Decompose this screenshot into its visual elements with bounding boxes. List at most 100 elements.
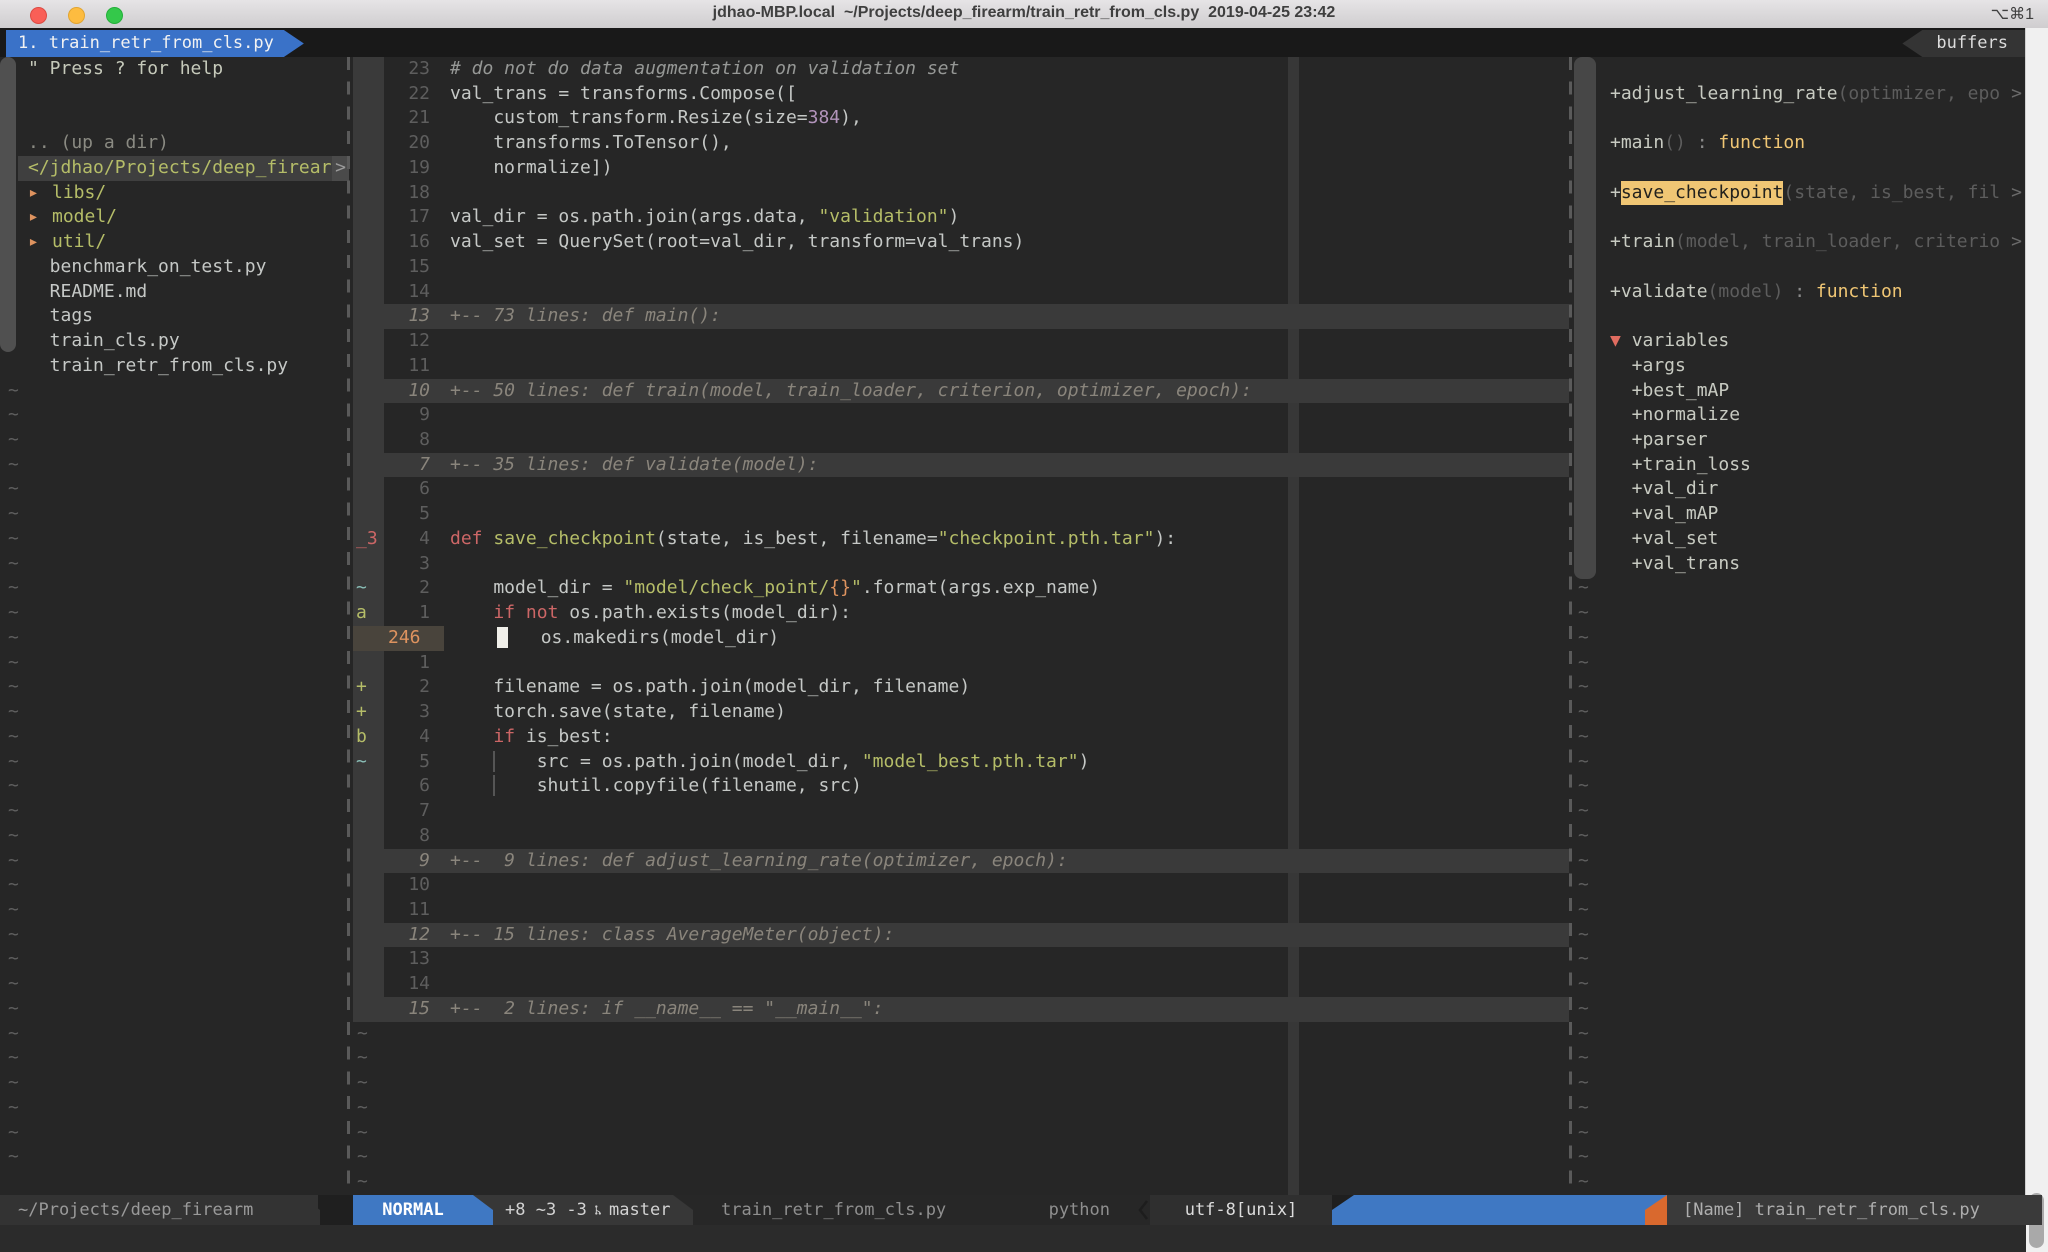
tag-item[interactable]: +save_checkpoint(state, is_best, fil> [1574, 181, 2026, 206]
gutter-sign [353, 972, 384, 997]
folded-code-line[interactable]: 10+-- 50 lines: def train(model, train_l… [353, 379, 1569, 404]
tree-item[interactable] [0, 106, 349, 131]
code-line[interactable]: _34def save_checkpoint(state, is_best, f… [353, 527, 1569, 552]
code-line[interactable]: 22val_trans = transforms.Compose([ [353, 82, 1569, 107]
code-line[interactable]: ~5 src = os.path.join(model_dir, "model_… [353, 750, 1569, 775]
code-line[interactable]: 14 [353, 972, 1569, 997]
code-line[interactable]: 12 [353, 329, 1569, 354]
tree-item[interactable]: ▸ util/ [0, 230, 349, 255]
workspace: " Press ? for help .. (up a dir)</jdhao/P… [0, 57, 2048, 1195]
tree-item[interactable]: " Press ? for help [0, 57, 349, 82]
code-line[interactable]: 8 [353, 428, 1569, 453]
tab-train-retr-from-cls[interactable]: 1. train_retr_from_cls.py [6, 30, 304, 57]
code-line[interactable]: 17val_dir = os.path.join(args.data, "val… [353, 205, 1569, 230]
blank-line [1574, 156, 2026, 181]
tag-item[interactable]: +val_mAP [1574, 502, 2026, 527]
line-number: 13 [384, 304, 440, 329]
tree-item[interactable]: ▸ libs/ [0, 181, 349, 206]
tag-item[interactable]: +best_mAP [1574, 379, 2026, 404]
tag-item[interactable]: +val_set [1574, 527, 2026, 552]
code-line[interactable]: 14 [353, 280, 1569, 305]
tree-item[interactable]: ▸ model/ [0, 205, 349, 230]
code-line[interactable]: a1 if not os.path.exists(model_dir): [353, 601, 1569, 626]
tag-item[interactable]: +parser [1574, 428, 2026, 453]
tree-item[interactable]: </jdhao/Projects/deep_firear> [18, 156, 349, 181]
code-line[interactable]: 15 [353, 255, 1569, 280]
tag-item[interactable]: +val_dir [1574, 477, 2026, 502]
code-line[interactable]: 8 [353, 824, 1569, 849]
code-line[interactable]: 13 [353, 947, 1569, 972]
folded-code-line[interactable]: 15+-- 2 lines: if __name__ == "__main__"… [353, 997, 1569, 1022]
code-line[interactable]: 23# do not do data augmentation on valid… [353, 57, 1569, 82]
right-scrollbar-track[interactable] [2025, 28, 2048, 1252]
statusline-filename: train_retr_from_cls.py [693, 1195, 946, 1225]
tree-item[interactable]: benchmark_on_test.py [0, 255, 349, 280]
code-line[interactable]: ~2 model_dir = "model/check_point/{}".fo… [353, 576, 1569, 601]
line-number: 4 [384, 725, 440, 750]
tag-item[interactable]: +val_trans [1574, 552, 2026, 577]
folded-code-line[interactable]: 13+-- 73 lines: def main(): [353, 304, 1569, 329]
tree-item[interactable] [0, 82, 349, 107]
window-separator-right[interactable] [1569, 57, 1572, 1195]
code-line[interactable]: 5 [353, 502, 1569, 527]
code-line[interactable]: 3 [353, 552, 1569, 577]
gutter-sign: ~ [353, 576, 384, 601]
tag-item[interactable]: +train_loss [1574, 453, 2026, 478]
folded-code-line[interactable]: 9+-- 9 lines: def adjust_learning_rate(o… [353, 849, 1569, 874]
code-line[interactable]: 20 transforms.ToTensor(), [353, 131, 1569, 156]
tree-item[interactable]: README.md [0, 280, 349, 305]
code-line[interactable]: 246 os.makedirs(model_dir) [353, 626, 1569, 651]
tree-item[interactable]: train_cls.py [0, 329, 349, 354]
window-separator-left[interactable] [347, 57, 350, 1195]
tag-item[interactable]: +normalize [1574, 403, 2026, 428]
empty-line-tilde: ~ [1574, 1046, 2026, 1071]
tree-item[interactable]: tags [0, 304, 349, 329]
command-line-area[interactable] [0, 1225, 2026, 1252]
code-line[interactable]: 19 normalize]) [353, 156, 1569, 181]
statusline-filetype: python [1049, 1195, 1136, 1225]
tag-item[interactable]: +adjust_learning_rate(optimizer, epo> [1574, 82, 2026, 107]
gutter-sign [353, 181, 384, 206]
gutter-sign [353, 824, 384, 849]
gutter-sign [353, 329, 384, 354]
code-line[interactable]: 11 [353, 898, 1569, 923]
empty-line-tilde: ~ [1574, 972, 2026, 997]
empty-line-tilde: ~ [1574, 1022, 2026, 1047]
code-line[interactable]: 6 shutil.copyfile(filename, src) [353, 774, 1569, 799]
tag-item[interactable]: +validate(model) : function [1574, 280, 2026, 305]
code-line[interactable]: +3 torch.save(state, filename) [353, 700, 1569, 725]
tagbar-scrollbar-thumb[interactable] [1574, 57, 1596, 579]
folded-code-line[interactable]: 12+-- 15 lines: class AverageMeter(objec… [353, 923, 1569, 948]
folded-code-line[interactable]: 7+-- 35 lines: def validate(model): [353, 453, 1569, 478]
code-line[interactable]: 10 [353, 873, 1569, 898]
tag-item[interactable]: +args [1574, 354, 2026, 379]
code-line[interactable]: b4 if is_best: [353, 725, 1569, 750]
code-line[interactable]: 16val_set = QuerySet(root=val_dir, trans… [353, 230, 1569, 255]
empty-line-tilde: ~ [1574, 576, 2026, 601]
nerdtree-scrollbar-thumb[interactable] [0, 57, 16, 352]
code-line[interactable]: 11 [353, 354, 1569, 379]
line-number: 1 [384, 651, 440, 676]
blank-line [1574, 304, 2026, 329]
tag-item[interactable]: ▼ variables [1574, 329, 2026, 354]
tree-item[interactable]: .. (up a dir) [0, 131, 349, 156]
tag-item[interactable]: +main() : function [1574, 131, 2026, 156]
buffers-label[interactable]: buffers [1902, 30, 2026, 57]
tree-item[interactable]: train_retr_from_cls.py [0, 354, 349, 379]
git-branch-icon [594, 1201, 602, 1219]
truncation-marker: > [2011, 230, 2022, 255]
code-line[interactable]: 6 [353, 477, 1569, 502]
blank-line [1574, 106, 2026, 131]
line-number: 8 [384, 428, 440, 453]
tag-item[interactable]: +train(model, train_loader, criterio> [1574, 230, 2026, 255]
code-line[interactable]: 9 [353, 403, 1569, 428]
code-line[interactable]: 1 [353, 651, 1569, 676]
code-line[interactable]: 7 [353, 799, 1569, 824]
gutter-sign: _3 [353, 527, 384, 552]
code-line[interactable]: +2 filename = os.path.join(model_dir, fi… [353, 675, 1569, 700]
blank-line [1574, 205, 2026, 230]
code-line[interactable]: 18 [353, 181, 1569, 206]
gutter-sign: a [353, 601, 384, 626]
code-line[interactable]: 21 custom_transform.Resize(size=384), [353, 106, 1569, 131]
empty-line-tilde: ~ [1574, 725, 2026, 750]
